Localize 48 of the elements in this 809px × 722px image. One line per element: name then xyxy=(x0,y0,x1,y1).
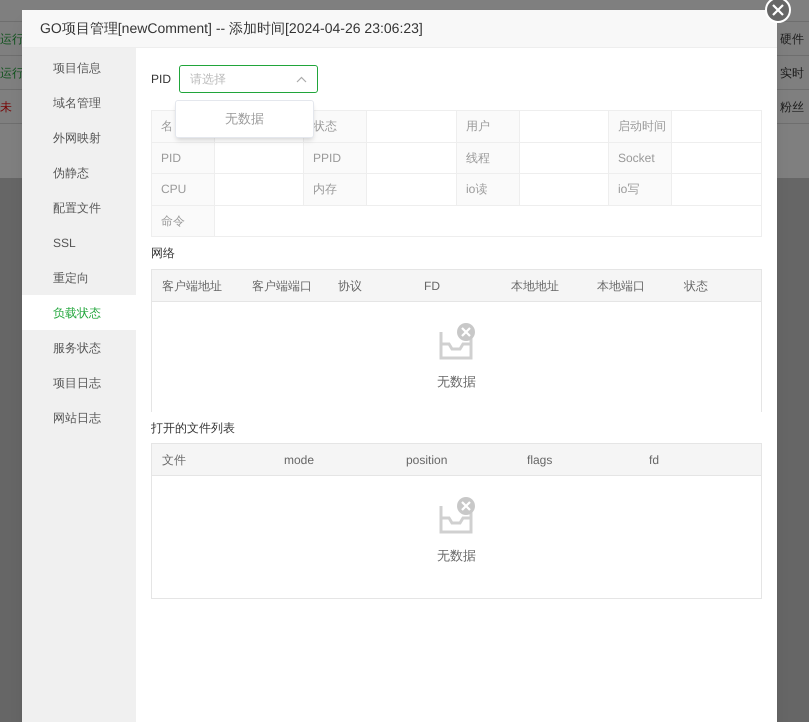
info-label: 启动时间 xyxy=(609,111,672,142)
empty-tray-icon xyxy=(438,322,476,362)
close-icon xyxy=(772,4,784,16)
empty-text: 无数据 xyxy=(437,373,476,391)
column-header: fd xyxy=(649,452,660,468)
info-label: Socket xyxy=(609,142,672,173)
note-text: 实时 xyxy=(780,64,804,82)
info-label: 命令 xyxy=(152,206,215,236)
empty-tray-icon xyxy=(438,496,476,536)
empty-text: 无数据 xyxy=(437,547,476,565)
sidebar-item[interactable]: 域名管理 xyxy=(22,85,136,120)
column-header: 本地端口 xyxy=(597,278,646,294)
section-title: 打开的文件列表 xyxy=(151,420,235,436)
column-header: mode xyxy=(284,452,316,468)
column-header: 协议 xyxy=(338,278,363,294)
column-header: 客户端地址 xyxy=(162,278,223,294)
info-label: 内存 xyxy=(304,174,367,204)
sidebar-item[interactable]: 伪静态 xyxy=(22,155,136,190)
sidebar-item[interactable]: 项目信息 xyxy=(22,50,136,85)
modal-title: GO项目管理[newComment] -- 添加时间[2024-04-26 23:06:23] xyxy=(40,19,423,38)
info-label: PPID xyxy=(304,142,367,173)
info-label: io读 xyxy=(457,174,520,204)
info-label: PID xyxy=(152,142,215,173)
column-header: 本地地址 xyxy=(511,278,560,294)
info-label: CPU xyxy=(152,174,215,204)
sidebar-item[interactable]: 服务状态 xyxy=(22,330,136,365)
pid-label: PID xyxy=(151,71,172,88)
info-label: io写 xyxy=(609,174,672,204)
sidebar-item[interactable]: SSL xyxy=(22,225,136,260)
section-title: 网络 xyxy=(151,245,175,262)
column-header: 客户端端口 xyxy=(252,278,313,294)
column-header: position xyxy=(406,452,448,468)
sidebar-item[interactable]: 项目日志 xyxy=(22,365,136,400)
note-text: 粉丝 xyxy=(780,98,804,116)
note-text: 硬件 xyxy=(780,30,804,48)
sidebar-item[interactable]: 配置文件 xyxy=(22,190,136,225)
dropdown-empty-text: 无数据 xyxy=(225,110,264,128)
info-label: 用户 xyxy=(457,111,520,142)
sidebar-item[interactable]: 网站日志 xyxy=(22,400,136,435)
sidebar-item[interactable]: 外网映射 xyxy=(22,120,136,155)
sidebar-item[interactable]: 重定向 xyxy=(22,260,136,295)
column-header: 文件 xyxy=(162,452,187,468)
column-header: flags xyxy=(527,452,554,468)
column-header: 状态 xyxy=(684,278,709,294)
status-text: 未 xyxy=(0,98,12,116)
caret-icon xyxy=(296,76,308,82)
info-label: 线程 xyxy=(457,142,520,173)
column-header: FD xyxy=(424,278,441,294)
